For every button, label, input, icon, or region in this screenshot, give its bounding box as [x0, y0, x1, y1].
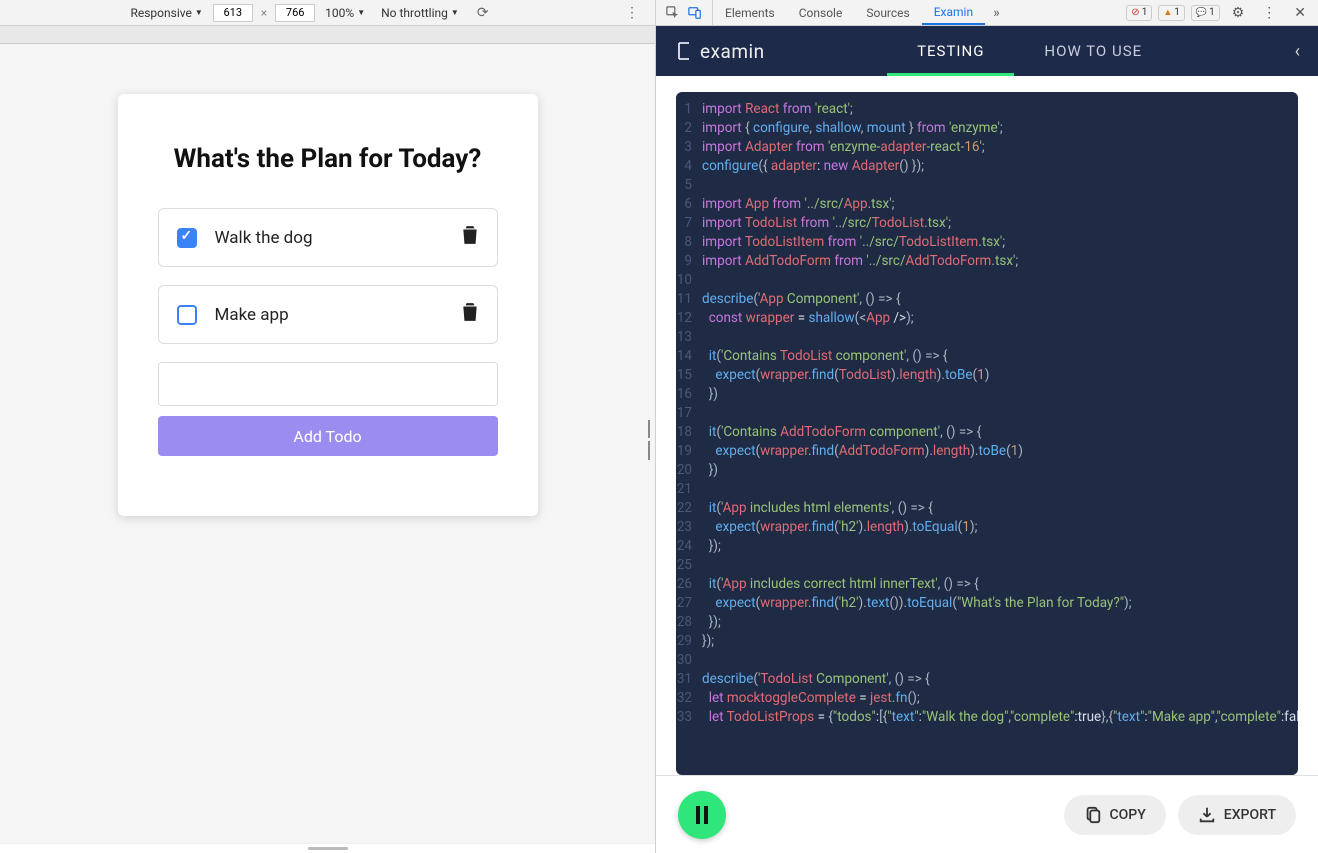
error-badge[interactable]: 1: [1126, 5, 1152, 21]
dropdown-icon: ▼: [195, 8, 203, 17]
zoom-label: 100%: [325, 6, 354, 20]
code-line: 18 it('Contains AddTodoForm component', …: [676, 423, 1298, 442]
device-toggle-icon[interactable]: [684, 2, 706, 24]
code-line: 6import App from '../src/App.tsx';: [676, 195, 1298, 214]
trash-icon[interactable]: [461, 225, 479, 250]
ruler: [0, 26, 655, 44]
add-todo-button[interactable]: Add Todo: [158, 416, 498, 456]
code-line: 1import React from 'react';: [676, 100, 1298, 119]
code-line: 16 }): [676, 385, 1298, 404]
code-line: 4configure({ adapter: new Adapter() });: [676, 157, 1298, 176]
device-label: Responsive: [130, 6, 191, 20]
code-line: 19 expect(wrapper.find(AddTodoForm).leng…: [676, 442, 1298, 461]
more-tabs-icon[interactable]: »: [985, 5, 1008, 21]
code-line: 12 const wrapper = shallow(<App />);: [676, 309, 1298, 328]
tab-examin[interactable]: Examin: [922, 0, 985, 25]
tab-testing[interactable]: TESTING: [917, 26, 984, 76]
devtools-toolbar: Responsive ▼ × 100% ▼ No throttling ▼ ⟳ …: [0, 0, 1318, 26]
code-line: 33 let TodoListProps = {"todos":[{"text"…: [676, 708, 1298, 727]
kebab-icon[interactable]: ⋮: [617, 5, 647, 21]
examin-header: examin TESTING HOW TO USE ‹: [656, 26, 1318, 76]
code-line: 8import TodoListItem from '../src/TodoLi…: [676, 233, 1298, 252]
trash-icon[interactable]: [461, 302, 479, 327]
todo-text: Walk the dog: [215, 228, 461, 248]
page-title: What's the Plan for Today?: [158, 144, 498, 174]
throttle-select[interactable]: No throttling ▼: [375, 6, 465, 20]
tab-console[interactable]: Console: [787, 0, 855, 25]
code-line: 32 let mocktoggleComplete = jest.fn();: [676, 689, 1298, 708]
pause-button[interactable]: [678, 791, 726, 839]
code-line: 15 expect(wrapper.find(TodoList).length)…: [676, 366, 1298, 385]
code-line: 14 it('Contains TodoList component', () …: [676, 347, 1298, 366]
todo-text: Make app: [215, 305, 461, 325]
code-line: 20 }): [676, 461, 1298, 480]
chevron-left-icon[interactable]: ‹: [1277, 41, 1318, 62]
resize-handle-horizontal[interactable]: [0, 843, 655, 853]
todo-item: Walk the dog: [158, 208, 498, 267]
dropdown-icon: ▼: [357, 8, 365, 17]
code-line: 17: [676, 404, 1298, 423]
dimension-separator: ×: [257, 6, 271, 20]
code-line: 5: [676, 176, 1298, 195]
code-line: 27 expect(wrapper.find('h2').text()).toE…: [676, 594, 1298, 613]
checkbox[interactable]: [177, 305, 197, 325]
examin-panel: examin TESTING HOW TO USE ‹ 1import Reac…: [655, 26, 1318, 853]
gear-icon[interactable]: ⚙: [1226, 5, 1251, 21]
code-line: 2import { configure, shallow, mount } fr…: [676, 119, 1298, 138]
code-line: 22 it('App includes html elements', () =…: [676, 499, 1298, 518]
tab-elements[interactable]: Elements: [713, 0, 787, 25]
examin-footer: COPY EXPORT: [656, 775, 1318, 853]
code-line: 28 });: [676, 613, 1298, 632]
info-badge[interactable]: 1: [1191, 5, 1220, 21]
examin-logo: examin: [656, 40, 783, 63]
code-line: 21: [676, 480, 1298, 499]
code-line: 25: [676, 556, 1298, 575]
warning-badge[interactable]: 1: [1158, 5, 1185, 21]
resize-handle-vertical[interactable]: [643, 420, 655, 460]
code-line: 3import Adapter from 'enzyme-adapter-rea…: [676, 138, 1298, 157]
rotate-icon[interactable]: ⟳: [469, 5, 497, 21]
code-line: 7import TodoList from '../src/TodoList.t…: [676, 214, 1298, 233]
copy-button[interactable]: COPY: [1064, 795, 1166, 835]
code-line: 26 it('App includes correct html innerTe…: [676, 575, 1298, 594]
code-line: 24 });: [676, 537, 1298, 556]
code-viewport: 1import React from 'react';2import { con…: [656, 76, 1318, 775]
close-icon[interactable]: ✕: [1288, 5, 1312, 21]
throttle-label: No throttling: [381, 6, 448, 20]
todo-card: What's the Plan for Today? Walk the dog …: [118, 94, 538, 516]
tab-how-to-use[interactable]: HOW TO USE: [1044, 26, 1142, 76]
code-line: 23 expect(wrapper.find('h2').length).toE…: [676, 518, 1298, 537]
code-line: 11describe('App Component', () => {: [676, 290, 1298, 309]
code-line: 30: [676, 651, 1298, 670]
dropdown-icon: ▼: [451, 8, 459, 17]
tab-sources[interactable]: Sources: [854, 0, 921, 25]
code-line: 9import AddTodoForm from '../src/AddTodo…: [676, 252, 1298, 271]
width-input[interactable]: [213, 4, 253, 22]
new-todo-input[interactable]: [158, 362, 498, 406]
code-line: 29});: [676, 632, 1298, 651]
inspect-icon[interactable]: [662, 2, 684, 24]
export-button[interactable]: EXPORT: [1178, 795, 1296, 835]
code-line: 13: [676, 328, 1298, 347]
zoom-select[interactable]: 100% ▼: [319, 6, 371, 20]
kebab-icon[interactable]: ⋮: [1256, 5, 1282, 21]
code-line: 31describe('TodoList Component', () => {: [676, 670, 1298, 689]
emulator-pane: What's the Plan for Today? Walk the dog …: [0, 26, 655, 853]
todo-item: Make app: [158, 285, 498, 344]
code-line: 10: [676, 271, 1298, 290]
checkbox[interactable]: [177, 228, 197, 248]
height-input[interactable]: [275, 4, 315, 22]
code-block[interactable]: 1import React from 'react';2import { con…: [676, 92, 1298, 775]
device-select[interactable]: Responsive ▼: [124, 6, 208, 20]
devtools-tabs: Elements Console Sources Examin »: [713, 0, 1008, 25]
